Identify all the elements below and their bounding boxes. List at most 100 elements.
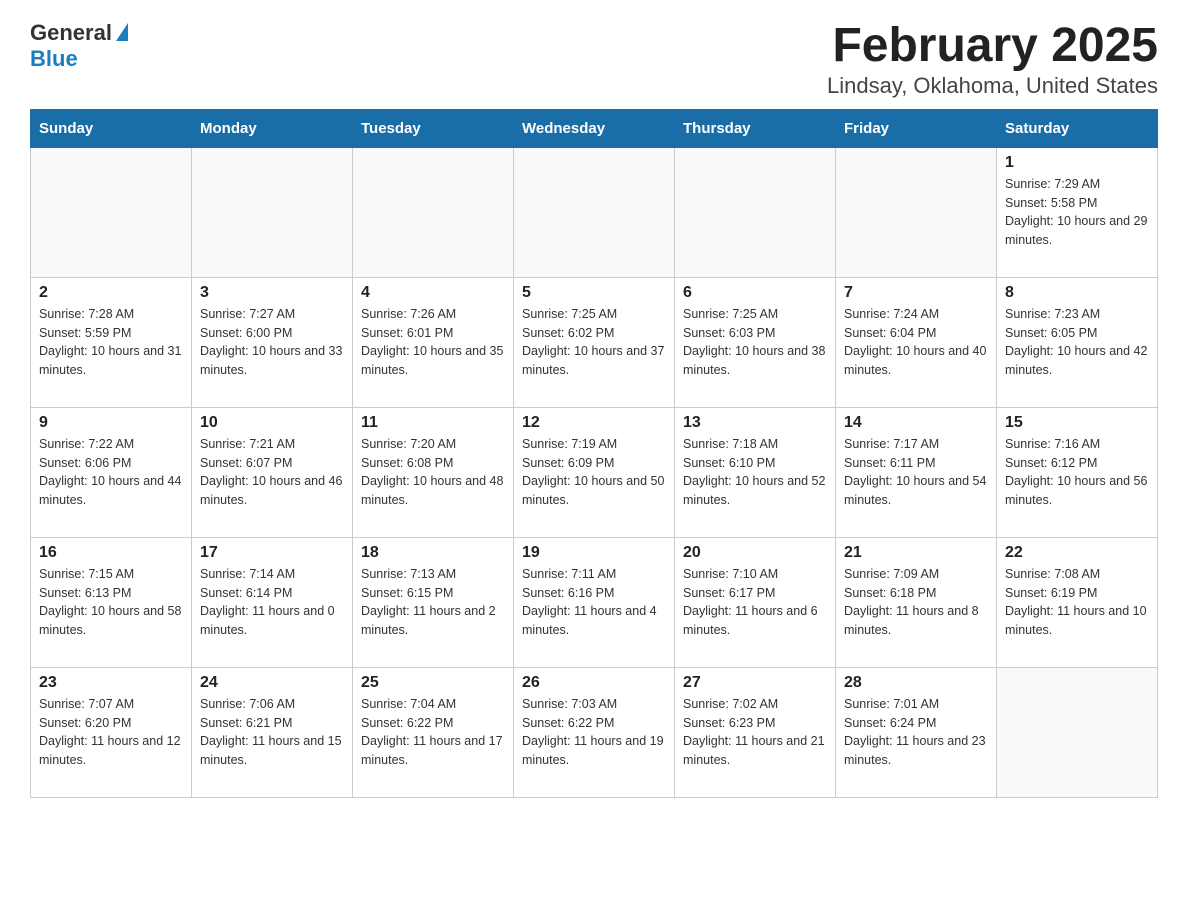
day-number: 1 [1005, 154, 1149, 172]
logo-general-text: General [30, 20, 112, 46]
table-row: 21Sunrise: 7:09 AMSunset: 6:18 PMDayligh… [836, 537, 997, 667]
table-row: 1 Sunrise: 7:29 AMSunset: 5:58 PMDaylight… [997, 147, 1158, 277]
day-info: Sunrise: 7:15 AMSunset: 6:13 PMDaylight:… [39, 565, 183, 640]
table-row [31, 147, 192, 277]
logo-triangle-icon [116, 23, 128, 41]
table-row: 3 Sunrise: 7:27 AMSunset: 6:00 PMDaylight… [192, 277, 353, 407]
day-number: 26 [522, 674, 666, 692]
day-number: 20 [683, 544, 827, 562]
table-row: 5 Sunrise: 7:25 AMSunset: 6:02 PMDaylight… [514, 277, 675, 407]
day-info: Sunrise: 7:01 AMSunset: 6:24 PMDaylight:… [844, 695, 988, 770]
header-sunday: Sunday [31, 109, 192, 147]
day-number: 19 [522, 544, 666, 562]
header-thursday: Thursday [675, 109, 836, 147]
day-number: 24 [200, 674, 344, 692]
table-row: 18Sunrise: 7:13 AMSunset: 6:15 PMDayligh… [353, 537, 514, 667]
table-row: 4 Sunrise: 7:26 AMSunset: 6:01 PMDaylight… [353, 277, 514, 407]
day-number: 14 [844, 414, 988, 432]
day-info: Sunrise: 7:11 AMSunset: 6:16 PMDaylight:… [522, 565, 666, 640]
day-info: Sunrise: 7:16 AMSunset: 6:12 PMDaylight:… [1005, 435, 1149, 510]
day-info: Sunrise: 7:09 AMSunset: 6:18 PMDaylight:… [844, 565, 988, 640]
day-info: Sunrise: 7:13 AMSunset: 6:15 PMDaylight:… [361, 565, 505, 640]
table-row: 26 Sunrise: 7:03 AMSunset: 6:22 PMDayligh… [514, 667, 675, 797]
day-number: 2 [39, 284, 183, 302]
day-info: Sunrise: 7:21 AMSunset: 6:07 PMDaylight:… [200, 435, 344, 510]
day-info: Sunrise: 7:29 AMSunset: 5:58 PMDaylight:… [1005, 175, 1149, 250]
day-number: 27 [683, 674, 827, 692]
table-row: 17 Sunrise: 7:14 AMSunset: 6:14 PMDayligh… [192, 537, 353, 667]
day-number: 22 [1005, 544, 1149, 562]
table-row: 9 Sunrise: 7:22 AMSunset: 6:06 PMDaylight… [31, 407, 192, 537]
table-row: 25 Sunrise: 7:04 AMSunset: 6:22 PMDayligh… [353, 667, 514, 797]
table-row: 7 Sunrise: 7:24 AMSunset: 6:04 PMDaylight… [836, 277, 997, 407]
table-row [514, 147, 675, 277]
table-row: 22 Sunrise: 7:08 AMSunset: 6:19 PMDayligh… [997, 537, 1158, 667]
calendar-week-row: 23 Sunrise: 7:07 AMSunset: 6:20 PMDayligh… [31, 667, 1158, 797]
calendar-table: Sunday Monday Tuesday Wednesday Thursday… [30, 109, 1158, 798]
table-row [997, 667, 1158, 797]
logo: General Blue [30, 20, 128, 72]
table-row: 27 Sunrise: 7:02 AMSunset: 6:23 PMDayligh… [675, 667, 836, 797]
header-tuesday: Tuesday [353, 109, 514, 147]
table-row: 11Sunrise: 7:20 AMSunset: 6:08 PMDayligh… [353, 407, 514, 537]
table-row [353, 147, 514, 277]
day-number: 4 [361, 284, 505, 302]
day-info: Sunrise: 7:19 AMSunset: 6:09 PMDaylight:… [522, 435, 666, 510]
day-number: 7 [844, 284, 988, 302]
table-row [192, 147, 353, 277]
day-number: 16 [39, 544, 183, 562]
day-info: Sunrise: 7:06 AMSunset: 6:21 PMDaylight:… [200, 695, 344, 770]
day-number: 10 [200, 414, 344, 432]
day-info: Sunrise: 7:25 AMSunset: 6:03 PMDaylight:… [683, 305, 827, 380]
table-row: 28 Sunrise: 7:01 AMSunset: 6:24 PMDayligh… [836, 667, 997, 797]
day-info: Sunrise: 7:14 AMSunset: 6:14 PMDaylight:… [200, 565, 344, 640]
table-row: 8 Sunrise: 7:23 AMSunset: 6:05 PMDaylight… [997, 277, 1158, 407]
table-row: 2 Sunrise: 7:28 AMSunset: 5:59 PMDaylight… [31, 277, 192, 407]
day-info: Sunrise: 7:18 AMSunset: 6:10 PMDaylight:… [683, 435, 827, 510]
day-number: 28 [844, 674, 988, 692]
day-number: 23 [39, 674, 183, 692]
table-row: 19 Sunrise: 7:11 AMSunset: 6:16 PMDayligh… [514, 537, 675, 667]
day-info: Sunrise: 7:04 AMSunset: 6:22 PMDaylight:… [361, 695, 505, 770]
table-row: 12 Sunrise: 7:19 AMSunset: 6:09 PMDayligh… [514, 407, 675, 537]
day-number: 6 [683, 284, 827, 302]
table-row: 14Sunrise: 7:17 AMSunset: 6:11 PMDayligh… [836, 407, 997, 537]
title-block: February 2025 Lindsay, Oklahoma, United … [827, 20, 1158, 99]
calendar-week-row: 1 Sunrise: 7:29 AMSunset: 5:58 PMDaylight… [31, 147, 1158, 277]
day-number: 15 [1005, 414, 1149, 432]
header-saturday: Saturday [997, 109, 1158, 147]
day-info: Sunrise: 7:27 AMSunset: 6:00 PMDaylight:… [200, 305, 344, 380]
day-info: Sunrise: 7:24 AMSunset: 6:04 PMDaylight:… [844, 305, 988, 380]
day-number: 12 [522, 414, 666, 432]
calendar-week-row: 9 Sunrise: 7:22 AMSunset: 6:06 PMDaylight… [31, 407, 1158, 537]
table-row [836, 147, 997, 277]
day-info: Sunrise: 7:03 AMSunset: 6:22 PMDaylight:… [522, 695, 666, 770]
day-info: Sunrise: 7:02 AMSunset: 6:23 PMDaylight:… [683, 695, 827, 770]
day-info: Sunrise: 7:26 AMSunset: 6:01 PMDaylight:… [361, 305, 505, 380]
day-number: 9 [39, 414, 183, 432]
header-wednesday: Wednesday [514, 109, 675, 147]
table-row: 20 Sunrise: 7:10 AMSunset: 6:17 PMDayligh… [675, 537, 836, 667]
day-info: Sunrise: 7:08 AMSunset: 6:19 PMDaylight:… [1005, 565, 1149, 640]
day-info: Sunrise: 7:22 AMSunset: 6:06 PMDaylight:… [39, 435, 183, 510]
table-row: 13 Sunrise: 7:18 AMSunset: 6:10 PMDayligh… [675, 407, 836, 537]
table-row: 6 Sunrise: 7:25 AMSunset: 6:03 PMDaylight… [675, 277, 836, 407]
day-info: Sunrise: 7:25 AMSunset: 6:02 PMDaylight:… [522, 305, 666, 380]
day-number: 25 [361, 674, 505, 692]
day-info: Sunrise: 7:23 AMSunset: 6:05 PMDaylight:… [1005, 305, 1149, 380]
day-info: Sunrise: 7:10 AMSunset: 6:17 PMDaylight:… [683, 565, 827, 640]
header-monday: Monday [192, 109, 353, 147]
day-number: 5 [522, 284, 666, 302]
day-number: 13 [683, 414, 827, 432]
day-number: 17 [200, 544, 344, 562]
table-row: 10 Sunrise: 7:21 AMSunset: 6:07 PMDayligh… [192, 407, 353, 537]
day-number: 3 [200, 284, 344, 302]
day-info: Sunrise: 7:28 AMSunset: 5:59 PMDaylight:… [39, 305, 183, 380]
day-number: 8 [1005, 284, 1149, 302]
calendar-week-row: 2 Sunrise: 7:28 AMSunset: 5:59 PMDaylight… [31, 277, 1158, 407]
day-info: Sunrise: 7:07 AMSunset: 6:20 PMDaylight:… [39, 695, 183, 770]
day-info: Sunrise: 7:20 AMSunset: 6:08 PMDaylight:… [361, 435, 505, 510]
page-header: General Blue February 2025 Lindsay, Okla… [30, 20, 1158, 99]
header-friday: Friday [836, 109, 997, 147]
calendar-header-row: Sunday Monday Tuesday Wednesday Thursday… [31, 109, 1158, 147]
